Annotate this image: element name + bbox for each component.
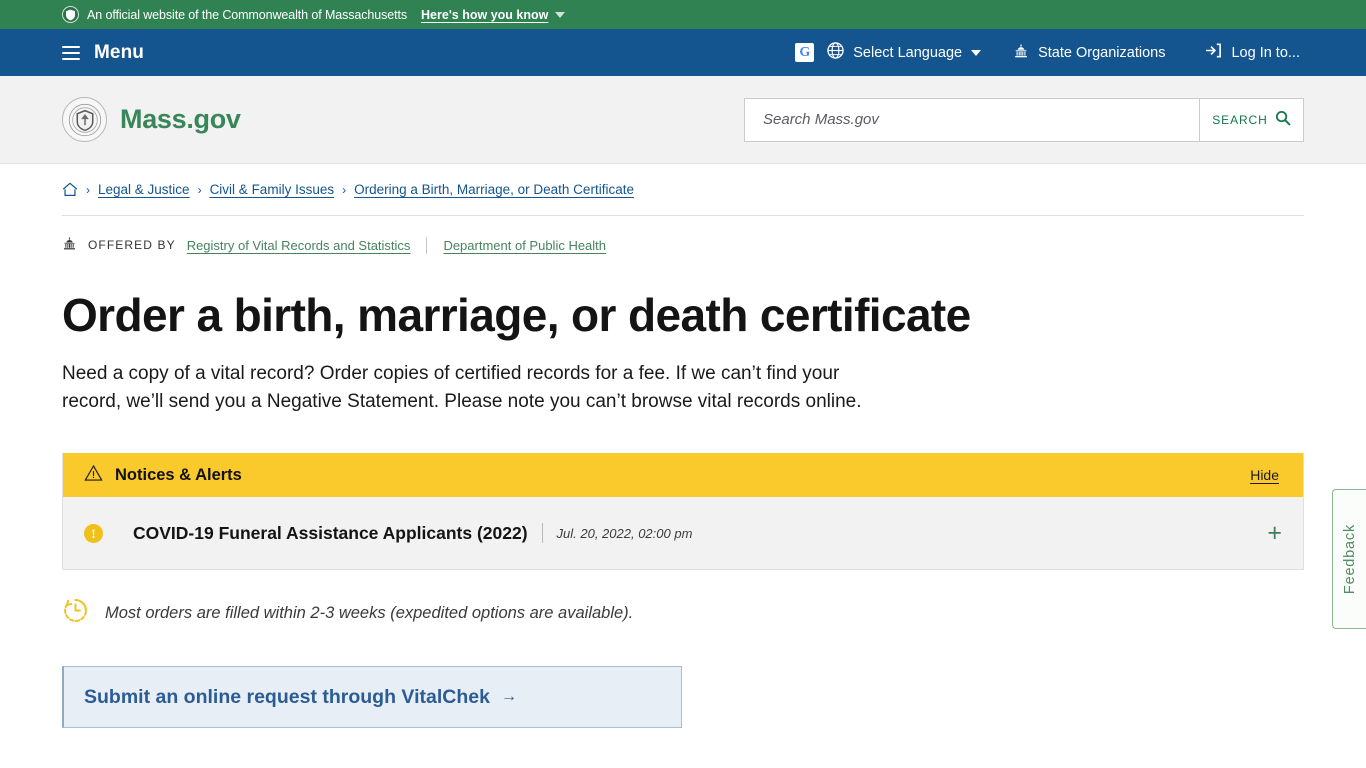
select-language-button[interactable]: G Select Language [795, 42, 982, 63]
menu-label: Menu [94, 41, 145, 63]
alert-date: Jul. 20, 2022, 02:00 pm [556, 525, 693, 541]
feedback-label: Feedback [1341, 523, 1358, 595]
mass-state-seal-icon [62, 97, 107, 142]
magnifier-icon [1275, 110, 1291, 129]
globe-icon [827, 42, 844, 63]
notices-heading: Notices & Alerts [115, 465, 242, 484]
google-translate-icon: G [795, 43, 815, 62]
offered-by-label: OFFERED BY [88, 238, 176, 252]
state-organizations-label: State Organizations [1038, 44, 1166, 61]
breadcrumb-separator: › [197, 182, 202, 197]
mass-gov-home-link[interactable]: Mass.gov [62, 97, 241, 142]
timing-note: Most orders are filled within 2-3 weeks … [62, 597, 1304, 629]
feedback-tab[interactable]: Feedback [1332, 489, 1366, 629]
state-organizations-link[interactable]: State Organizations [1013, 43, 1165, 63]
select-language-label: Select Language [853, 44, 963, 61]
brand-name: Mass.gov [120, 104, 241, 134]
alert-item[interactable]: ! COVID-19 Funeral Assistance Applicants… [63, 497, 1303, 569]
site-header: Mass.gov SEARCH [0, 76, 1366, 164]
clock-icon [62, 597, 89, 629]
capitol-building-icon [62, 236, 77, 254]
exclamation-circle-icon: ! [84, 523, 103, 543]
plus-icon[interactable]: + [1267, 520, 1282, 546]
home-icon[interactable] [62, 182, 78, 197]
breadcrumb: › Legal & Justice › Civil & Family Issue… [62, 164, 1304, 216]
divider [426, 236, 428, 254]
notices-header: Notices & Alerts Hide [63, 453, 1303, 497]
hide-notices-button[interactable]: Hide [1250, 467, 1279, 483]
page-description: Need a copy of a vital record? Order cop… [62, 363, 862, 412]
timing-text: Most orders are filled within 2-3 weeks … [105, 603, 634, 622]
search-button[interactable]: SEARCH [1199, 98, 1303, 141]
search-button-label: SEARCH [1212, 112, 1268, 127]
banner-text: An official website of the Commonwealth … [87, 7, 408, 22]
vitalchek-online-request-button[interactable]: Submit an online request through VitalCh… [62, 666, 682, 728]
capitol-building-icon [1013, 43, 1029, 63]
official-website-banner: An official website of the Commonwealth … [0, 0, 1366, 29]
search-input[interactable] [745, 98, 1199, 141]
breadcrumb-item-civil-family-issues[interactable]: Civil & Family Issues [210, 182, 335, 197]
hamburger-icon [62, 45, 80, 60]
heres-how-you-know-toggle[interactable]: Here's how you know [421, 7, 566, 22]
offered-by-org-registry[interactable]: Registry of Vital Records and Statistics [187, 238, 411, 253]
login-arrow-icon [1205, 42, 1222, 63]
breadcrumb-item-ordering-certificate[interactable]: Ordering a Birth, Marriage, or Death Cer… [354, 182, 634, 197]
menu-button[interactable]: Menu [0, 42, 144, 64]
breadcrumb-item-legal-justice[interactable]: Legal & Justice [98, 182, 190, 197]
site-search: SEARCH [744, 97, 1304, 142]
page-title: Order a birth, marriage, or death certif… [62, 289, 971, 341]
utility-navigation: Menu G Select Language State Organizatio… [0, 29, 1366, 76]
state-seal-icon [62, 6, 79, 23]
breadcrumb-separator: › [342, 182, 347, 197]
chevron-down-icon [555, 11, 566, 18]
alert-title: COVID-19 Funeral Assistance Applicants (… [133, 522, 528, 543]
log-in-label: Log In to... [1231, 44, 1300, 61]
warning-triangle-icon [84, 464, 103, 487]
log-in-link[interactable]: Log In to... [1205, 42, 1300, 63]
cta-label: Submit an online request through VitalCh… [84, 685, 490, 708]
offered-by-org-dph[interactable]: Department of Public Health [443, 238, 606, 253]
how-you-know-label: Here's how you know [421, 7, 549, 22]
arrow-right-icon: → [500, 688, 517, 705]
offered-by: OFFERED BY Registry of Vital Records and… [62, 236, 1304, 254]
breadcrumb-separator: › [86, 182, 90, 197]
chevron-down-icon [971, 49, 982, 56]
notices-and-alerts: Notices & Alerts Hide ! COVID-19 Funeral… [62, 453, 1304, 570]
divider [541, 523, 543, 543]
